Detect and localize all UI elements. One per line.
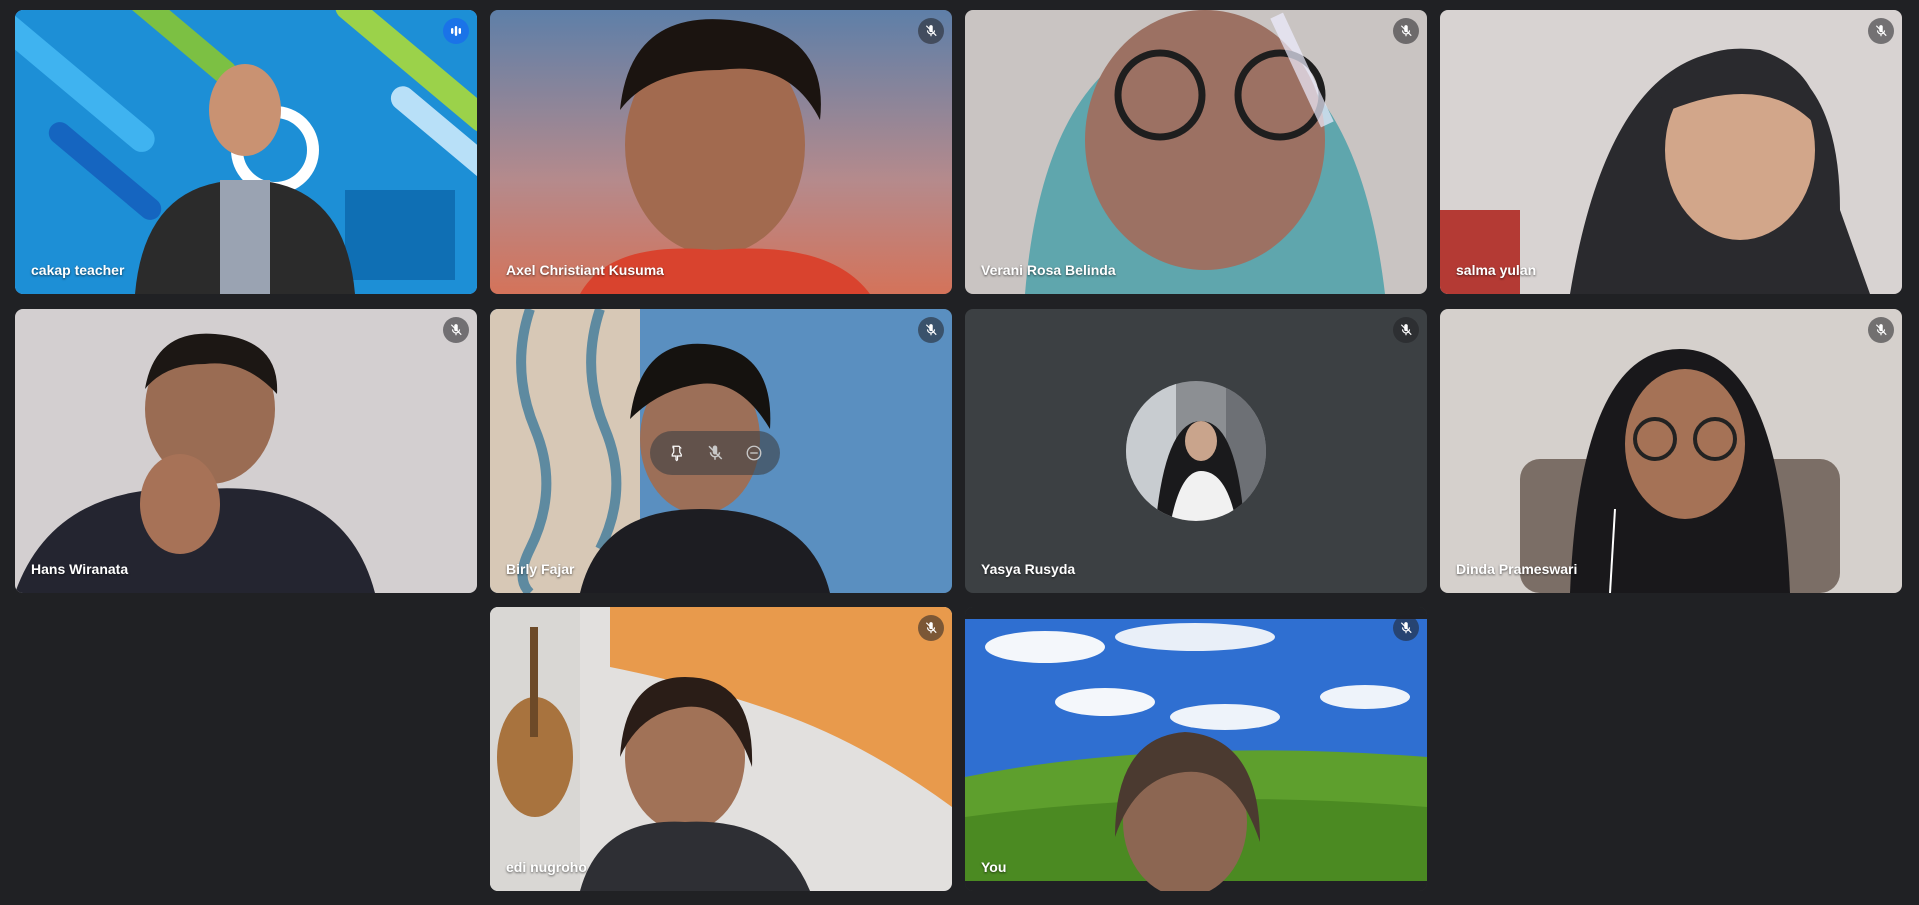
mic-off-icon [1393, 317, 1419, 343]
video-feed [15, 10, 477, 294]
mic-off-icon [918, 317, 944, 343]
participant-tile-axel[interactable]: Axel Christiant Kusuma [490, 10, 952, 294]
participant-name: You [981, 859, 1007, 875]
mute-participant-button[interactable] [699, 437, 731, 469]
participant-tile-self[interactable]: You [965, 607, 1427, 891]
mic-off-icon [708, 445, 723, 460]
participant-name: Birly Fajar [506, 561, 575, 577]
audio-level-icon [443, 18, 469, 44]
video-feed [15, 309, 477, 593]
mic-off-icon [1868, 18, 1894, 44]
participant-tile-verani[interactable]: Verani Rosa Belinda [965, 10, 1427, 294]
participant-name: cakap teacher [31, 262, 125, 278]
mic-off-icon [1393, 615, 1419, 641]
video-feed [965, 10, 1427, 294]
video-feed [1440, 309, 1902, 593]
participant-tile-birly[interactable]: Birly Fajar [490, 309, 952, 593]
video-feed [1440, 10, 1902, 294]
tile-hover-controls [650, 431, 780, 475]
participant-name: Verani Rosa Belinda [981, 262, 1116, 278]
video-feed [490, 10, 952, 294]
remove-participant-button[interactable] [738, 437, 770, 469]
participant-tile-yasya[interactable]: Yasya Rusyda [965, 309, 1427, 593]
mic-off-icon [443, 317, 469, 343]
participant-tile-edi[interactable]: edi nugroho [490, 607, 952, 891]
remove-icon [746, 445, 762, 461]
pin-icon [671, 445, 682, 462]
participant-name: Axel Christiant Kusuma [506, 262, 664, 278]
participant-name: salma yulan [1456, 262, 1537, 278]
mic-off-icon [1868, 317, 1894, 343]
mic-off-icon [1393, 18, 1419, 44]
participant-name: edi nugroho [506, 859, 587, 875]
participant-name: Dinda Prameswari [1456, 561, 1578, 577]
avatar [1126, 381, 1266, 521]
video-feed [965, 607, 1427, 891]
mic-off-icon [918, 18, 944, 44]
participant-tile-salma[interactable]: salma yulan [1440, 10, 1902, 294]
participant-tile-dinda[interactable]: Dinda Prameswari [1440, 309, 1902, 593]
pin-button[interactable] [660, 437, 692, 469]
participant-name: Hans Wiranata [31, 561, 129, 577]
mic-off-icon [918, 615, 944, 641]
participant-tile-hans[interactable]: Hans Wiranata [15, 309, 477, 593]
video-feed [490, 607, 952, 891]
participant-tile-cakap-teacher[interactable]: cakap teacher [15, 10, 477, 294]
participant-name: Yasya Rusyda [981, 561, 1076, 577]
